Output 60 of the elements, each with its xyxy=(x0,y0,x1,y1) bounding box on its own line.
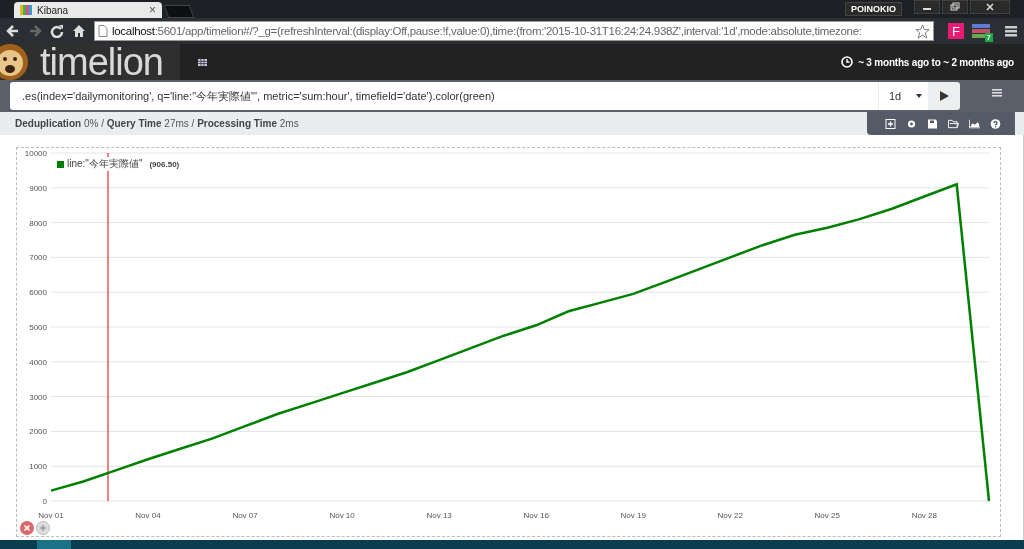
x-axis-label: Nov 07 xyxy=(232,511,258,520)
y-axis-label: 1000 xyxy=(29,462,47,472)
new-sheet-icon[interactable] xyxy=(885,118,896,129)
app-name: timelion xyxy=(40,44,163,80)
help-icon[interactable] xyxy=(990,118,1001,129)
x-axis-label: Nov 01 xyxy=(38,511,64,520)
x-axis-label: Nov 25 xyxy=(814,511,840,520)
tab-title: Kibana xyxy=(37,4,70,16)
extension-button[interactable]: F xyxy=(948,23,964,39)
home-icon[interactable] xyxy=(72,24,86,38)
time-range-link[interactable]: ~ 3 months ago to ~ 2 months ago xyxy=(858,56,1014,68)
apps-grid-icon[interactable] xyxy=(198,58,207,66)
caret-icon xyxy=(916,94,922,98)
stats-text: Deduplication 0% / Query Time 27ms / Processing Time 2ms xyxy=(15,118,299,129)
y-axis-label: 6000 xyxy=(29,288,47,298)
back-icon[interactable] xyxy=(6,24,20,38)
clock-icon[interactable] xyxy=(841,56,854,68)
x-axis-label: Nov 13 xyxy=(426,511,452,520)
y-axis-label: 8000 xyxy=(29,218,47,228)
folder-icon[interactable] xyxy=(948,118,959,129)
settings-icon[interactable] xyxy=(906,118,917,129)
chart-icon[interactable] xyxy=(969,118,980,129)
extension-badge: 7 xyxy=(984,33,993,42)
y-axis-label: 4000 xyxy=(29,357,47,367)
x-axis-label: Nov 19 xyxy=(620,511,646,520)
run-button[interactable] xyxy=(928,82,960,110)
x-axis-label: Nov 22 xyxy=(717,511,743,520)
y-axis-label: 3000 xyxy=(29,392,47,402)
x-axis-label: Nov 28 xyxy=(911,511,937,520)
close-button[interactable] xyxy=(970,0,1010,14)
x-axis-label: Nov 16 xyxy=(523,511,549,520)
y-axis-label: 9000 xyxy=(29,183,47,193)
reload-icon[interactable] xyxy=(50,24,64,38)
bookmark-star-icon[interactable] xyxy=(915,23,930,39)
menu-icon[interactable] xyxy=(1004,24,1018,38)
y-axis-label: 10000 xyxy=(24,149,47,158)
x-axis-label: Nov 04 xyxy=(135,511,161,520)
app-logo[interactable]: timelion xyxy=(0,44,180,80)
remove-icon[interactable] xyxy=(20,521,34,535)
legend-label: line:"今年実際値" xyxy=(67,157,143,171)
kibana-logo-icon xyxy=(20,5,32,15)
x-axis-label: Nov 10 xyxy=(329,511,355,520)
address-bar[interactable]: localhost:5601/app/timelion#/?_g=(refreshInterval:(display:Off,pause:!f,value:0),time:(from:'2015-10-31T16:24:24.938Z',interval:'1d',mode:absolute,timezone: xyxy=(94,21,934,41)
y-axis-label: 7000 xyxy=(29,253,47,263)
minimize-button[interactable] xyxy=(914,0,940,14)
url-text: localhost:5601/app/timelion#/?_g=(refreshInterval:(display:Off,pause:!f,value:0),time:(from:'2015-10-31T16:24:24.938Z',interval:'1d',mode:absolute,timezone: xyxy=(112,25,863,37)
profile-name[interactable]: POINOKIO xyxy=(845,2,902,16)
legend-value: (906.50) xyxy=(149,159,180,169)
expression-input[interactable]: .es(index='dailymonitoring', q='line:"今年実際値"', metric='sum:hour', timefield='date').color(green) xyxy=(10,82,878,110)
save-icon[interactable] xyxy=(927,118,938,129)
browser-tab[interactable]: Kibana × xyxy=(14,2,162,18)
play-icon xyxy=(939,91,949,101)
page-icon xyxy=(98,25,108,37)
y-axis-label: 2000 xyxy=(29,427,47,437)
y-axis-label: 5000 xyxy=(29,323,47,332)
y-axis-label: 0 xyxy=(42,497,47,506)
interval-select[interactable]: 1d xyxy=(878,82,928,110)
restore-button[interactable] xyxy=(942,0,968,14)
close-tab-button[interactable]: × xyxy=(149,3,156,17)
menu-icon[interactable] xyxy=(992,89,1002,97)
